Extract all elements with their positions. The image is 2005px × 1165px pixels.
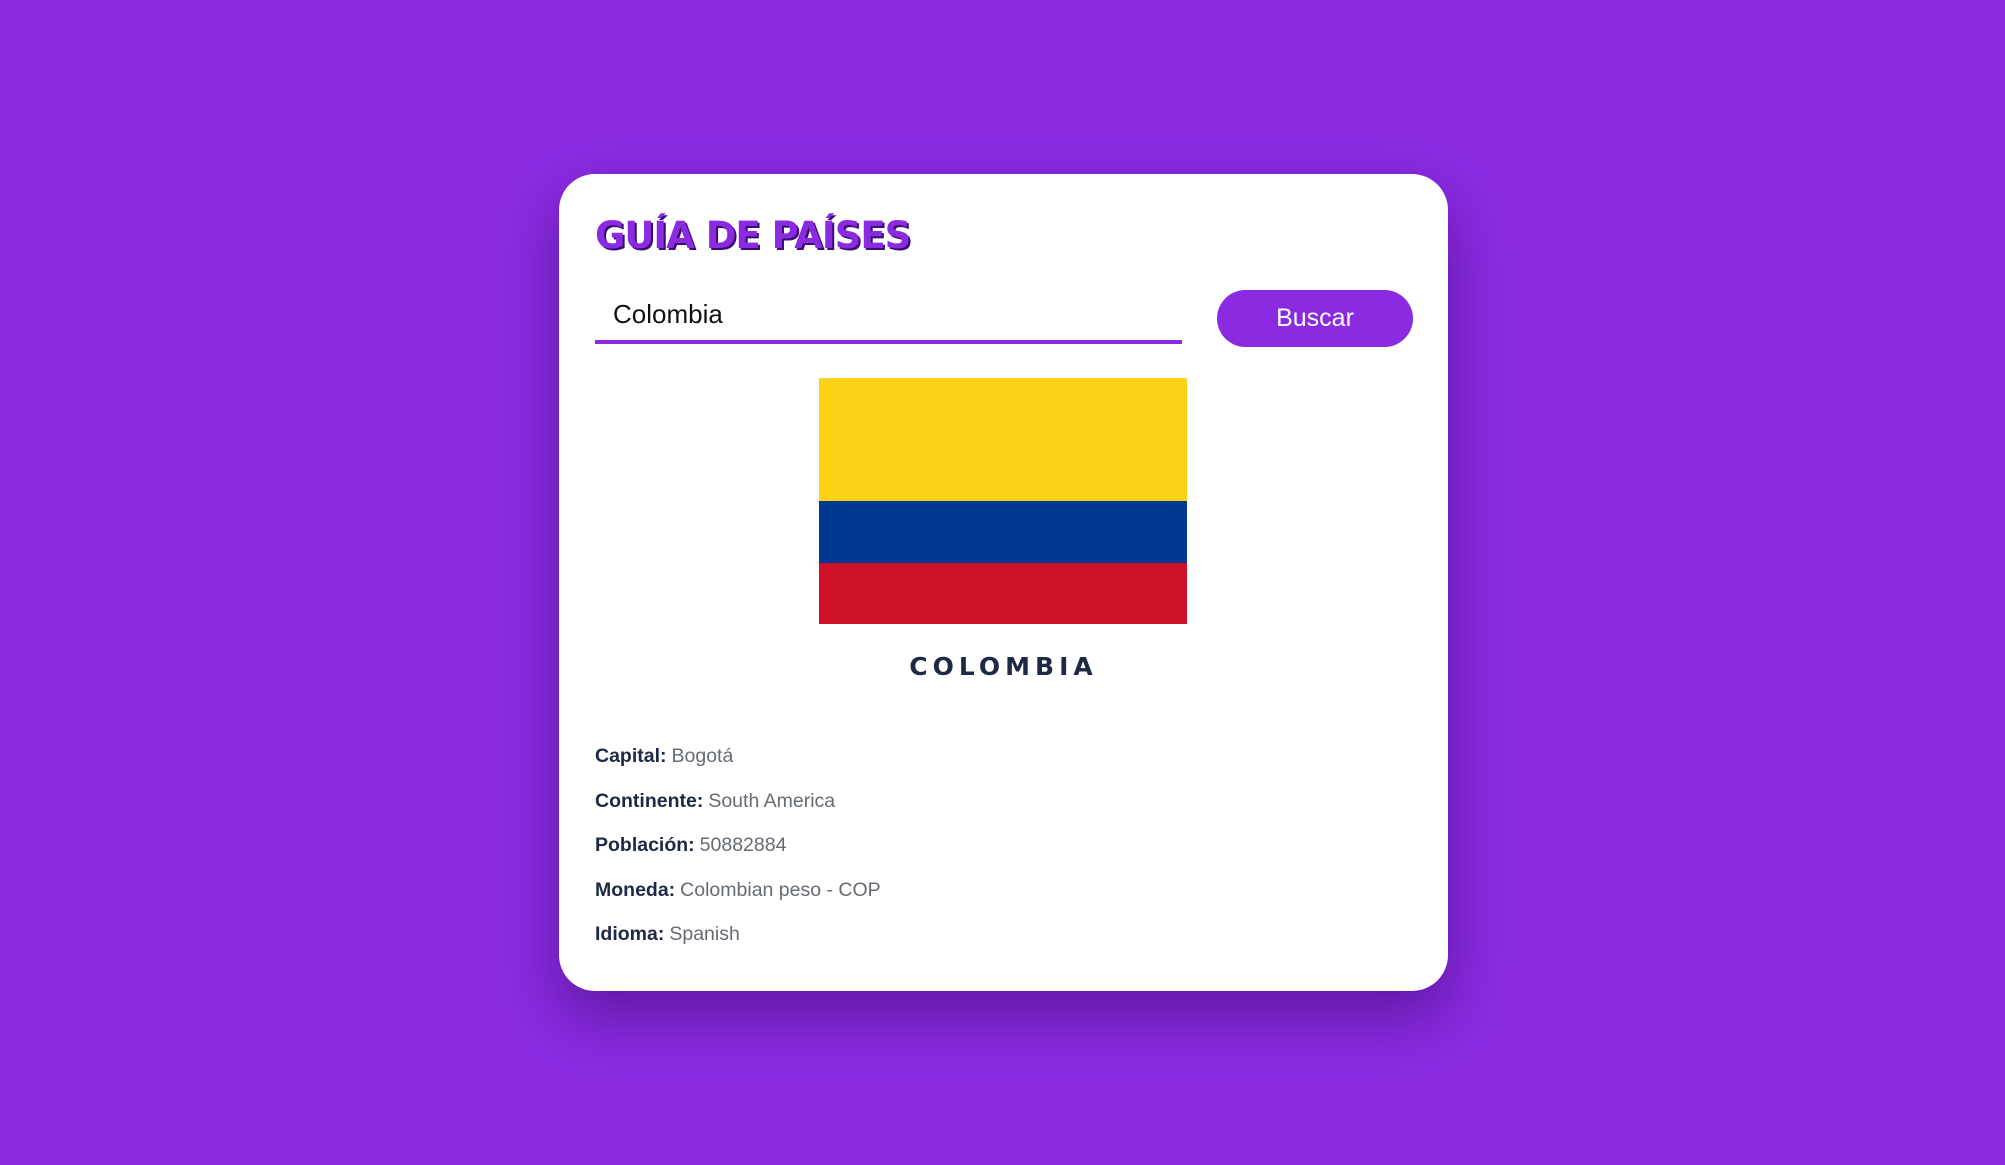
country-search-input[interactable] bbox=[595, 288, 1182, 344]
detail-label: Moneda: bbox=[595, 878, 676, 901]
detail-value: South America bbox=[708, 789, 836, 812]
detail-capital: Capital: Bogotá bbox=[595, 734, 881, 779]
detail-label: Población: bbox=[595, 834, 695, 856]
flag-stripe-yellow bbox=[819, 378, 1187, 501]
country-name: COLOMBIA bbox=[909, 652, 1098, 681]
detail-label: Capital: bbox=[595, 745, 667, 767]
country-flag bbox=[819, 378, 1187, 624]
flag-stripe-blue bbox=[819, 501, 1187, 563]
detail-value: Colombian peso - COP bbox=[680, 878, 881, 901]
detail-currency: Moneda: Colombian peso - COP bbox=[595, 868, 881, 913]
detail-value: Bogotá bbox=[671, 745, 734, 767]
detail-population: Población: 50882884 bbox=[595, 823, 881, 868]
detail-value: Spanish bbox=[669, 923, 740, 945]
detail-label: Continente: bbox=[595, 789, 704, 812]
flag-stripe-red bbox=[819, 562, 1187, 624]
search-button[interactable]: Buscar bbox=[1217, 290, 1413, 347]
detail-language: Idioma: Spanish bbox=[595, 912, 881, 957]
detail-label: Idioma: bbox=[595, 923, 665, 945]
app-title: GUÍA DE PAÍSES bbox=[595, 214, 911, 257]
country-details-list: Capital: Bogotá Continente: South America … bbox=[595, 734, 881, 957]
detail-value: 50882884 bbox=[699, 834, 787, 856]
detail-continent: Continente: South America bbox=[595, 779, 881, 824]
country-card: GUÍA DE PAÍSES Buscar COLOMBIA Capital:B… bbox=[559, 174, 1448, 991]
